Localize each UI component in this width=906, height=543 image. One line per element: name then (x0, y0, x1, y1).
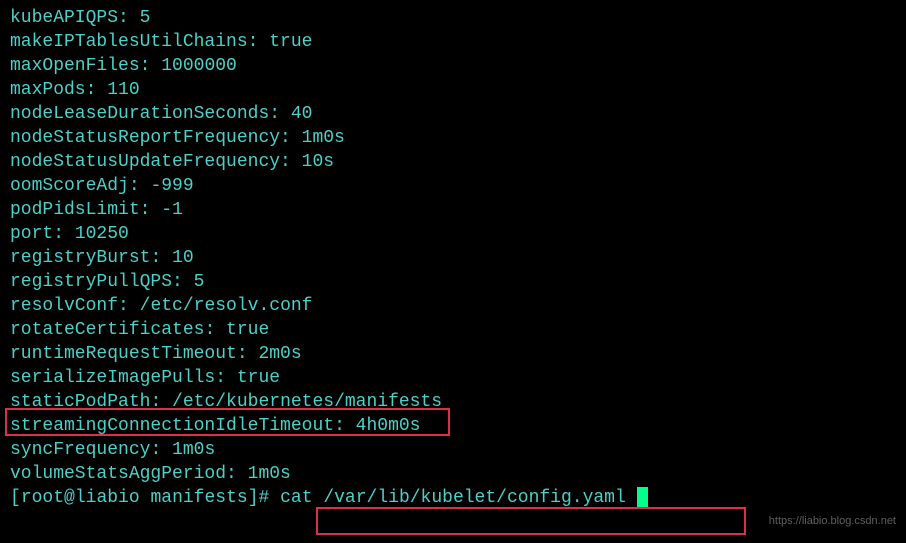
highlight-box-1 (5, 408, 450, 436)
config-key: kubeAPIQPS (10, 8, 118, 28)
config-line: makeIPTablesUtilChains: true (10, 30, 896, 54)
config-key: makeIPTablesUtilChains (10, 32, 248, 52)
command-text: cat /var/lib/kubelet/config.yaml (280, 488, 626, 508)
config-line: nodeStatusUpdateFrequency: 10s (10, 150, 896, 174)
config-line: kubeAPIQPS: 5 (10, 6, 896, 30)
prompt-dir: manifests (150, 488, 247, 508)
config-key: maxPods (10, 80, 86, 100)
config-key: port (10, 224, 53, 244)
config-line: nodeLeaseDurationSeconds: 40 (10, 102, 896, 126)
config-key: podPidsLimit (10, 200, 140, 220)
config-value: -1 (161, 200, 183, 220)
config-value: /etc/resolv.conf (140, 296, 313, 316)
config-key: runtimeRequestTimeout (10, 344, 237, 364)
config-line: registryBurst: 10 (10, 246, 896, 270)
config-line: rotateCertificates: true (10, 318, 896, 342)
config-value: 10250 (75, 224, 129, 244)
config-line: volumeStatsAggPeriod: 1m0s (10, 462, 896, 486)
config-value: 10s (302, 152, 334, 172)
config-key: serializeImagePulls (10, 368, 215, 388)
config-value: true (226, 320, 269, 340)
config-line: syncFrequency: 1m0s (10, 438, 896, 462)
config-value: 2m0s (258, 344, 301, 364)
config-value: 5 (194, 272, 205, 292)
config-value: 1m0s (172, 440, 215, 460)
config-line: podPidsLimit: -1 (10, 198, 896, 222)
prompt-user: root (21, 488, 64, 508)
config-line: registryPullQPS: 5 (10, 270, 896, 294)
config-value: true (269, 32, 312, 52)
config-key: nodeStatusReportFrequency (10, 128, 280, 148)
prompt-host: liabio (75, 488, 140, 508)
config-key: rotateCertificates (10, 320, 204, 340)
config-value: 5 (140, 8, 151, 28)
config-line: maxPods: 110 (10, 78, 896, 102)
config-key: volumeStatsAggPeriod (10, 464, 226, 484)
config-key: registryPullQPS (10, 272, 172, 292)
config-value: 1m0s (302, 128, 345, 148)
config-key: resolvConf (10, 296, 118, 316)
config-value: 10 (172, 248, 194, 268)
config-key: nodeStatusUpdateFrequency (10, 152, 280, 172)
config-value: 110 (107, 80, 139, 100)
config-key: registryBurst (10, 248, 150, 268)
config-key: syncFrequency (10, 440, 150, 460)
config-line: nodeStatusReportFrequency: 1m0s (10, 126, 896, 150)
config-value: 1000000 (161, 56, 237, 76)
cursor-icon (637, 487, 648, 507)
config-line: port: 10250 (10, 222, 896, 246)
config-value: 40 (291, 104, 313, 124)
config-line: resolvConf: /etc/resolv.conf (10, 294, 896, 318)
prompt-symbol: # (259, 488, 270, 508)
config-value: 1m0s (248, 464, 291, 484)
config-line: maxOpenFiles: 1000000 (10, 54, 896, 78)
config-line: runtimeRequestTimeout: 2m0s (10, 342, 896, 366)
watermark-text: https://liabio.blog.csdn.net (769, 509, 896, 533)
config-key: nodeLeaseDurationSeconds (10, 104, 269, 124)
config-value: -999 (150, 176, 193, 196)
config-line: oomScoreAdj: -999 (10, 174, 896, 198)
config-key: maxOpenFiles (10, 56, 140, 76)
config-key: oomScoreAdj (10, 176, 129, 196)
highlight-box-2 (316, 507, 746, 535)
config-value: true (237, 368, 280, 388)
config-line: serializeImagePulls: true (10, 366, 896, 390)
